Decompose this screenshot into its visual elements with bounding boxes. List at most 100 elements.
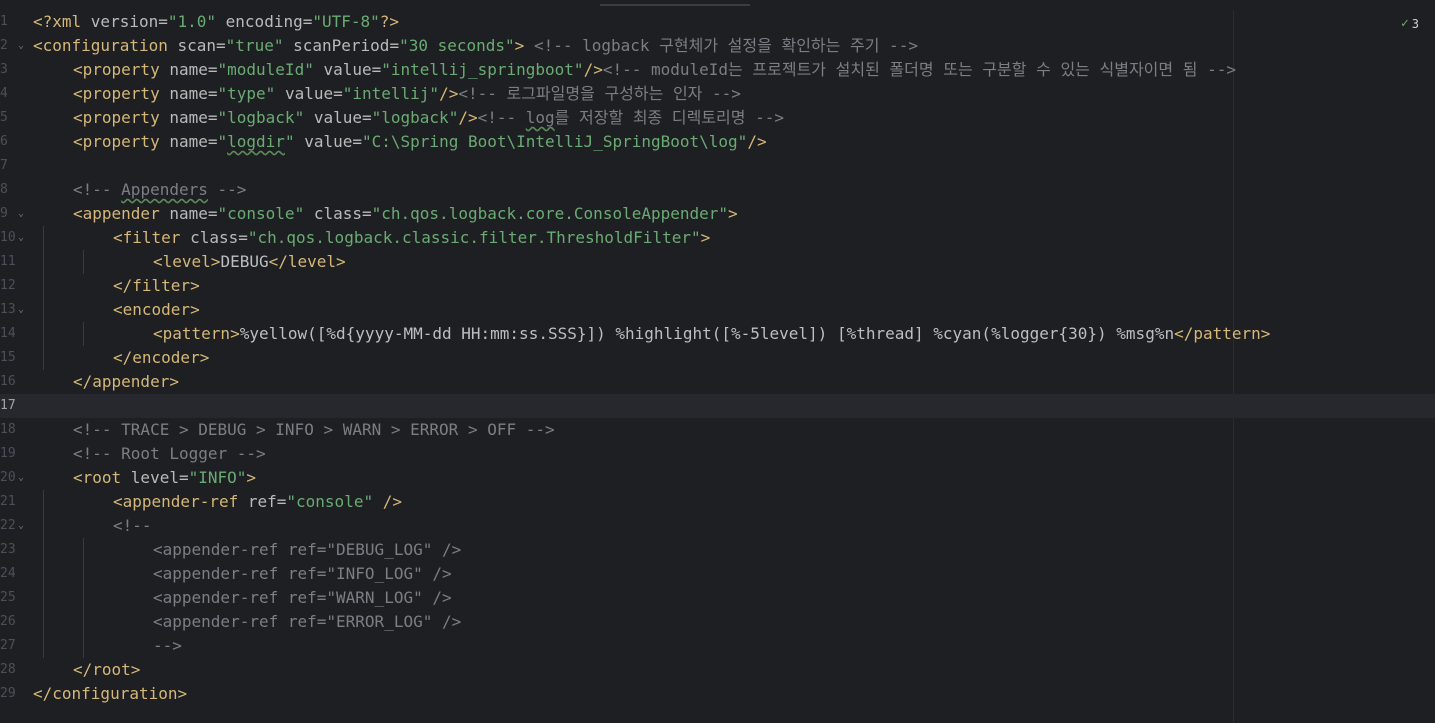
code-line[interactable]: 19 <!-- Root Logger --> bbox=[0, 442, 1435, 466]
code-line[interactable]: 13 ⌄ <encoder> bbox=[0, 298, 1435, 322]
line-number: 8 bbox=[0, 182, 8, 197]
code-token: <pattern> bbox=[153, 324, 240, 343]
indent-guide bbox=[43, 538, 44, 562]
indent-guide bbox=[83, 538, 84, 562]
code-token: <encoder> bbox=[113, 300, 200, 319]
code-line[interactable]: 15 </encoder> bbox=[0, 346, 1435, 370]
code-token: "console" bbox=[217, 204, 314, 223]
line-number: 9 bbox=[0, 206, 8, 221]
code-token: <appender bbox=[73, 204, 170, 223]
code-line[interactable]: 8 <!-- Appenders --> bbox=[0, 178, 1435, 202]
code-line[interactable]: 11 <level>DEBUG</level> bbox=[0, 250, 1435, 274]
code-token: </appender> bbox=[73, 372, 179, 391]
code-line[interactable]: 29 </configuration> bbox=[0, 682, 1435, 706]
code-token: class= bbox=[190, 228, 248, 247]
code-token: <configuration bbox=[33, 36, 178, 55]
code-token: name= bbox=[169, 108, 218, 127]
line-number: 7 bbox=[0, 158, 8, 173]
code-token: ref= bbox=[247, 492, 287, 511]
code-token: <property bbox=[73, 84, 170, 103]
code-text: <appender-ref ref="INFO_LOG" /> bbox=[153, 562, 452, 586]
line-number: 4 bbox=[0, 86, 8, 101]
code-line[interactable]: 4 <property name="type" value="intellij"/… bbox=[0, 82, 1435, 106]
code-line[interactable]: 1 <?xml version="1.0" encoding="UTF-8"?> bbox=[0, 10, 1435, 34]
code-token: <!-- TRACE > DEBUG > INFO > WARN > ERROR… bbox=[73, 420, 555, 439]
indent-guide bbox=[43, 250, 44, 274]
indent-guide bbox=[83, 250, 84, 274]
code-token: "logback" bbox=[217, 108, 314, 127]
indent-guide bbox=[43, 586, 44, 610]
code-line[interactable]: 26 <appender-ref ref="ERROR_LOG" /> bbox=[0, 610, 1435, 634]
fold-chevron-icon[interactable]: ⌄ bbox=[18, 202, 24, 226]
code-text: <root level="INFO"> bbox=[73, 466, 256, 490]
line-number: 28 bbox=[0, 662, 16, 677]
code-line[interactable]: 12 </filter> bbox=[0, 274, 1435, 298]
code-editor[interactable]: ✓ 3 1 <?xml version="1.0" encoding="UTF-8… bbox=[0, 0, 1435, 723]
line-number: 3 bbox=[0, 62, 8, 77]
code-token: </level> bbox=[268, 252, 346, 271]
line-number: 6 bbox=[0, 134, 8, 149]
code-text: <appender-ref ref="DEBUG_LOG" /> bbox=[153, 538, 461, 562]
code-token: value= bbox=[313, 108, 372, 127]
fold-chevron-icon[interactable]: ⌄ bbox=[18, 466, 24, 490]
line-number: 24 bbox=[0, 566, 16, 581]
code-token: /> bbox=[583, 60, 603, 79]
code-token: name= bbox=[169, 204, 218, 223]
code-lines[interactable]: 1 <?xml version="1.0" encoding="UTF-8"?> 2… bbox=[0, 10, 1435, 706]
line-number: 29 bbox=[0, 686, 16, 701]
code-token: /> bbox=[382, 492, 402, 511]
code-token: <!-- bbox=[73, 180, 122, 199]
code-token: %yellow([%d{yyyy-MM-dd HH:mm:ss.SSS}]) %… bbox=[239, 324, 1175, 343]
code-line[interactable]: 27 --> bbox=[0, 634, 1435, 658]
code-token: name= bbox=[169, 60, 218, 79]
code-line[interactable]: 9 ⌄ <appender name="console" class="ch.qos… bbox=[0, 202, 1435, 226]
code-token: encoding= bbox=[225, 12, 313, 31]
code-line[interactable]: 22 ⌄ <!-- bbox=[0, 514, 1435, 538]
code-line[interactable]: 6 <property name="logdir" value="C:\Sprin… bbox=[0, 130, 1435, 154]
code-line[interactable]: 23 <appender-ref ref="DEBUG_LOG" /> bbox=[0, 538, 1435, 562]
code-token: "ch.qos.logback.classic.filter.Threshold… bbox=[247, 228, 701, 247]
code-text: </appender> bbox=[73, 370, 179, 394]
line-number: 13 bbox=[0, 302, 16, 317]
line-number: 2 bbox=[0, 38, 8, 53]
code-token: <appender-ref ref="WARN_LOG" /> bbox=[153, 588, 452, 607]
code-line[interactable]: 10 ⌄ <filter class="ch.qos.logback.classic… bbox=[0, 226, 1435, 250]
code-line[interactable]: 25 <appender-ref ref="WARN_LOG" /> bbox=[0, 586, 1435, 610]
fold-chevron-icon[interactable]: ⌄ bbox=[18, 34, 24, 58]
code-token: 를 저장할 최종 디렉토리명 --> bbox=[554, 108, 785, 127]
code-token: <property bbox=[73, 132, 170, 151]
code-line[interactable]: 5 <property name="logback" value="logback… bbox=[0, 106, 1435, 130]
code-token: level= bbox=[130, 468, 189, 487]
line-number: 10 bbox=[0, 230, 16, 245]
code-text: --> bbox=[153, 634, 182, 658]
code-line[interactable]: 21 <appender-ref ref="console" /> bbox=[0, 490, 1435, 514]
indent-guide bbox=[43, 634, 44, 658]
fold-chevron-icon[interactable]: ⌄ bbox=[18, 226, 24, 250]
code-line[interactable]: 28 </root> bbox=[0, 658, 1435, 682]
code-line[interactable]: 14 <pattern>%yellow([%d{yyyy-MM-dd HH:mm:… bbox=[0, 322, 1435, 346]
code-token: <appender-ref bbox=[113, 492, 248, 511]
fold-chevron-icon[interactable]: ⌄ bbox=[18, 298, 24, 322]
line-number: 15 bbox=[0, 350, 16, 365]
code-line[interactable]: 7 bbox=[0, 154, 1435, 178]
vertical-scrollbar[interactable] bbox=[1425, 0, 1435, 723]
code-line[interactable]: 24 <appender-ref ref="INFO_LOG" /> bbox=[0, 562, 1435, 586]
indent-guide bbox=[83, 610, 84, 634]
code-line[interactable]: 17 bbox=[0, 394, 1435, 418]
line-number: 1 bbox=[0, 14, 8, 29]
line-number: 12 bbox=[0, 278, 16, 293]
indent-guide bbox=[43, 274, 44, 298]
code-line[interactable]: 2 ⌄ <configuration scan="true" scanPeriod=… bbox=[0, 34, 1435, 58]
code-text: <configuration scan="true" scanPeriod="3… bbox=[33, 34, 918, 58]
code-line[interactable]: 3 <property name="moduleId" value="intell… bbox=[0, 58, 1435, 82]
code-token: /> bbox=[458, 108, 478, 127]
code-line[interactable]: 18 <!-- TRACE > DEBUG > INFO > WARN > ERR… bbox=[0, 418, 1435, 442]
code-text: <?xml version="1.0" encoding="UTF-8"?> bbox=[33, 10, 399, 34]
code-token: <?xml bbox=[33, 12, 91, 31]
fold-chevron-icon[interactable]: ⌄ bbox=[18, 514, 24, 538]
code-token: <!-- 로그파일명을 구성하는 인자 --> bbox=[458, 84, 741, 103]
code-line[interactable]: 16 </appender> bbox=[0, 370, 1435, 394]
code-line[interactable]: 20 ⌄ <root level="INFO"> bbox=[0, 466, 1435, 490]
code-text: </encoder> bbox=[113, 346, 209, 370]
code-text: <!-- bbox=[113, 514, 152, 538]
